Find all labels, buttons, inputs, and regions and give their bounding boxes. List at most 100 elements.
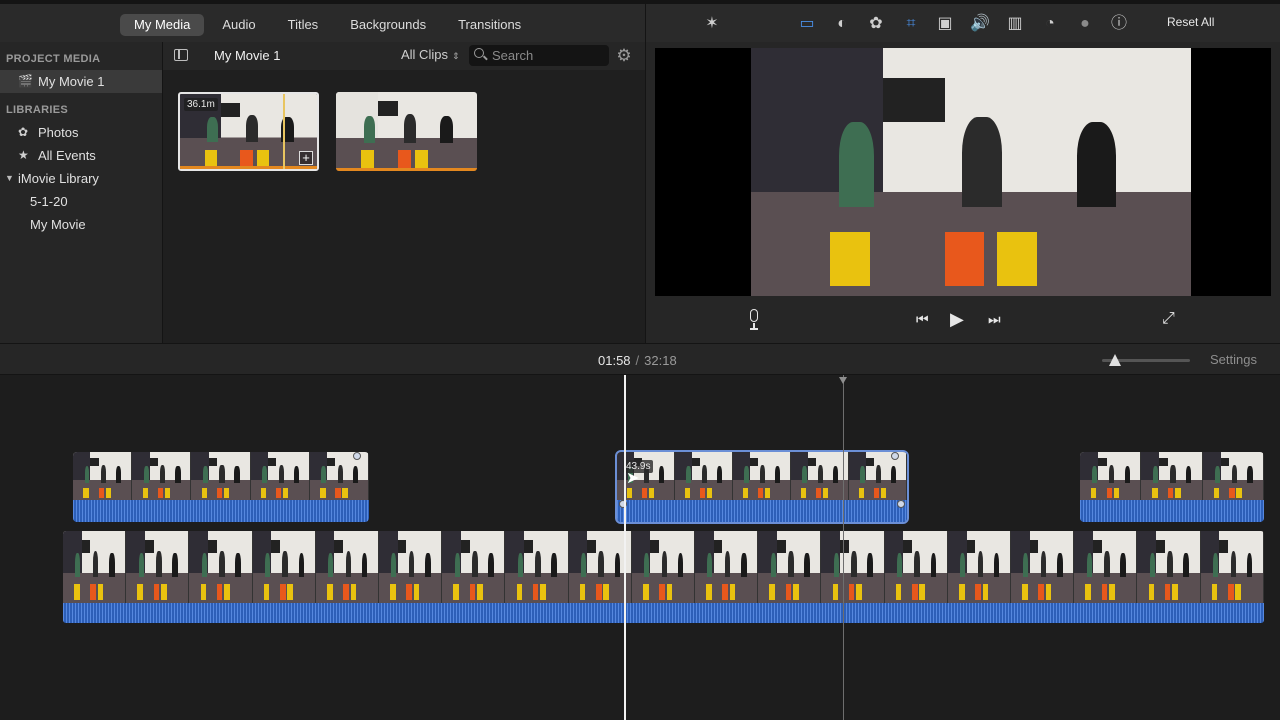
star-icon: ★ [18,148,29,162]
libraries-header: LIBRARIES [6,104,68,116]
skip-back-icon[interactable]: ⏮ [916,307,932,331]
info-icon[interactable]: ⓘ [1109,14,1129,34]
sidebar-item-label: All Events [38,148,96,163]
filmstrip-frame [631,531,696,603]
tab-transitions[interactable]: Transitions [444,14,535,36]
filmstrip-frame [1141,452,1203,500]
video-frame-image [751,48,1191,296]
search-field[interactable] [469,45,609,66]
clip-filter-select[interactable]: All Clips ⇕ [401,47,460,62]
gear-icon[interactable]: ⚙ [615,47,633,65]
clip-handle[interactable] [891,452,899,460]
filmstrip-frame [126,531,190,603]
filmstrip-frame [63,531,127,603]
clip-filter-label: All Clips [401,47,448,62]
tab-backgrounds[interactable]: Backgrounds [336,14,440,36]
filmstrip-frame [132,452,192,500]
filmstrip-frame [379,531,443,603]
clip-handle[interactable] [353,452,361,460]
used-range-bar [336,168,477,171]
updown-chevron-icon: ⇕ [451,51,460,61]
timeline[interactable]: 43.9s ➤ [0,375,1280,720]
primary-storyline-clip[interactable] [63,531,1264,623]
clip-filmstrip [617,452,907,500]
filmstrip-frame [675,452,733,500]
tab-titles[interactable]: Titles [274,14,333,36]
disclosure-triangle-icon[interactable]: ▼ [5,167,14,190]
sidebar-item-label: My Movie [30,217,86,232]
sidebar-item-event-my-movie[interactable]: My Movie [0,213,162,236]
noise-reduction-icon[interactable]: ▥ [1005,14,1025,34]
reset-all-button[interactable]: Reset All [1167,15,1214,29]
sidebar-item-label: Photos [38,125,79,140]
audio-fade-handle[interactable] [897,500,905,508]
filmstrip-frame [252,531,316,603]
sidebar-item-all-events[interactable]: ★ All Events [0,144,162,167]
filmstrip-frame [695,531,759,603]
mouse-pointer-icon: ➤ [626,470,640,487]
timecode: 01:58/32:18 [598,353,677,368]
filmstrip-frame [821,531,885,603]
sidebar-item-imovie-library[interactable]: ▼ iMovie Library [0,167,162,190]
viewer-screen [655,48,1271,296]
color-balance-icon[interactable]: ▭ [797,14,817,34]
clip-filter-icon[interactable]: ● [1075,14,1095,34]
sidebar-item-label: My Movie 1 [38,74,105,89]
filmstrip-frame [758,531,822,603]
filmstrip-frame [947,531,1012,603]
audio-waveform [63,603,1264,623]
filmstrip-frame [189,531,253,603]
media-tabs-bar: My Media Audio Titles Backgrounds Transi… [0,0,645,42]
settings-button[interactable]: Settings [1210,352,1257,367]
connected-clip-selected[interactable]: 43.9s [615,450,909,524]
browser-title: My Movie 1 [214,48,281,63]
used-range-bar [180,166,317,169]
audio-fade-handle[interactable] [619,500,627,508]
media-clip-thumbnail[interactable]: 36.1m + [178,92,319,171]
filmstrip-frame [315,531,380,603]
project-media-header: PROJECT MEDIA [6,53,101,65]
skimmer-line [839,375,847,720]
stabilization-icon[interactable]: ▣ [935,14,955,34]
tab-audio[interactable]: Audio [208,14,269,36]
microphone-icon[interactable] [747,307,761,331]
speed-icon[interactable]: ◔ [1040,14,1060,34]
clip-filmstrip [73,452,369,500]
skip-forward-icon[interactable]: ⏭ [988,307,1004,331]
connected-clip[interactable] [73,452,369,522]
zoom-slider[interactable] [1102,354,1190,366]
sidebar-toggle-icon[interactable] [174,49,188,61]
clapper-icon: 🎬 [18,74,33,88]
audio-waveform [73,500,369,522]
sidebar-item-my-movie-1[interactable]: 🎬 My Movie 1 [0,70,162,93]
total-time: 32:18 [644,353,677,368]
search-icon [474,48,484,58]
filmstrip-frame [1011,531,1075,603]
play-icon[interactable]: ▶ [950,307,970,331]
media-tabs: My Media Audio Titles Backgrounds Transi… [120,14,535,36]
media-clip-thumbnail[interactable] [336,92,477,171]
search-input[interactable] [492,47,602,64]
browser-header: My Movie 1 All Clips⇕ ⚙ [163,42,645,70]
sidebar-item-photos[interactable]: ✿ Photos [0,121,162,144]
filmstrip-frame [849,452,907,500]
color-correction-icon[interactable]: ◐ [832,14,852,34]
clip-duration-badge: 36.1m [184,98,218,111]
filmstrip-frame [73,452,133,500]
connected-clip[interactable] [1080,452,1264,522]
tab-my-media[interactable]: My Media [120,14,205,36]
fullscreen-icon[interactable]: ⤢ [1162,307,1180,331]
color-palette-icon[interactable]: ✿ [866,14,886,34]
volume-icon[interactable]: 🔊 [970,14,990,34]
zoom-slider-knob[interactable] [1109,354,1122,366]
add-clip-icon[interactable]: + [299,151,313,165]
filmstrip-frame [1200,531,1264,603]
clip-filmstrip [63,531,1264,603]
playhead[interactable] [624,375,626,720]
magic-wand-icon[interactable]: ✶ [702,14,722,34]
audio-waveform [1080,500,1264,522]
video-viewer: ⏮ ▶ ⏭ ⤢ [645,42,1280,343]
sidebar-item-event-5-1-20[interactable]: 5-1-20 [0,190,162,213]
filmstrip-frame [309,452,369,500]
crop-icon[interactable]: ⌗ [901,14,921,34]
